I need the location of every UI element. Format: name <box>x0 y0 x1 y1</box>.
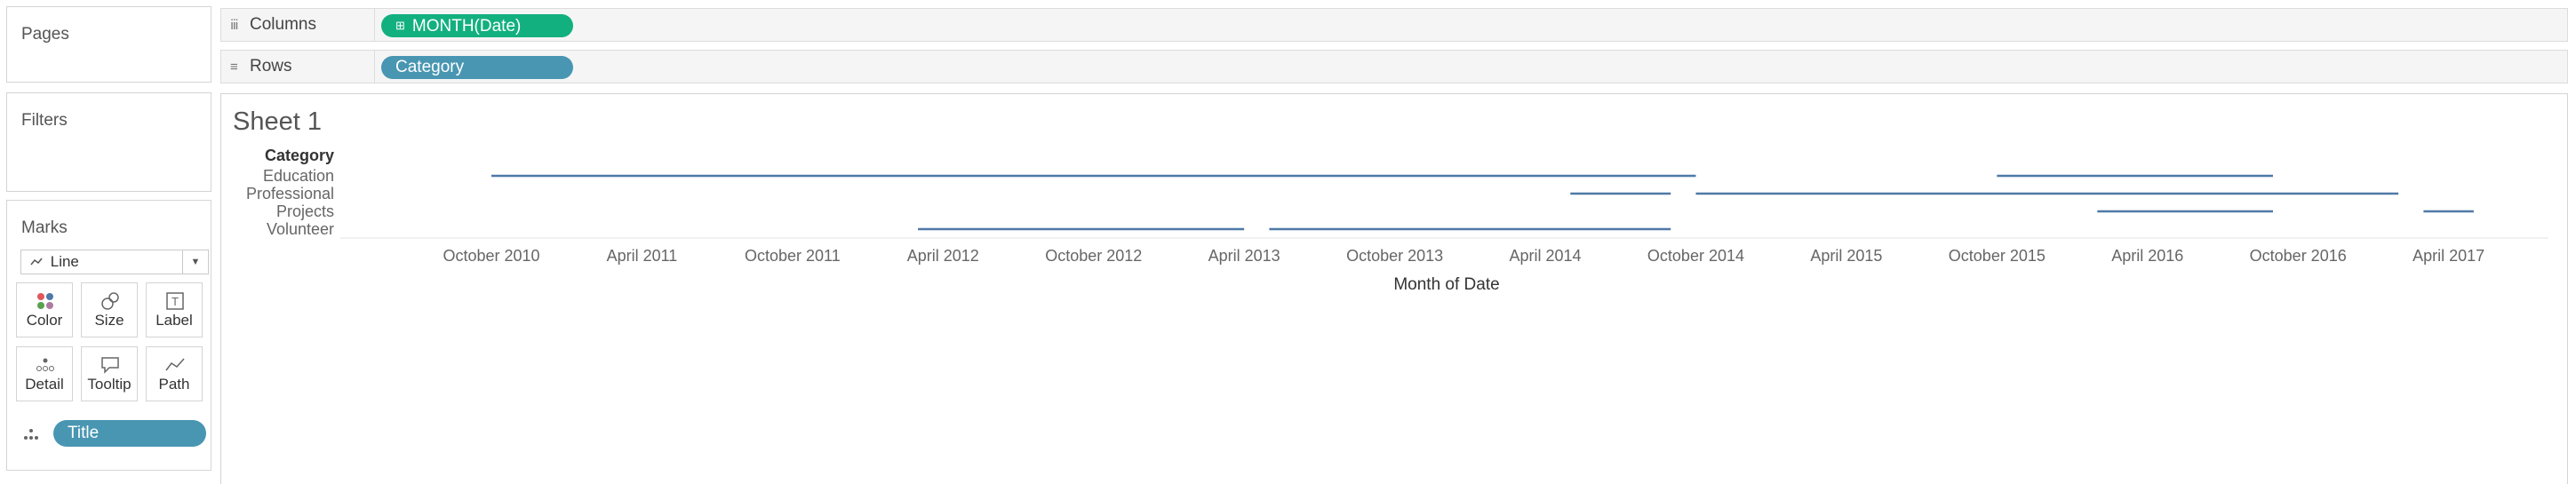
x-axis-title: Month of Date <box>1393 275 1499 294</box>
label-button-label: Label <box>156 312 193 329</box>
tooltip-icon <box>101 357 119 374</box>
columns-shelf[interactable]: ⅲ Columns ⊞ MONTH(Date) <box>220 8 2568 42</box>
svg-text:T: T <box>171 296 179 308</box>
timeline-chart: October 2010 April 2011 October 2011 April … <box>246 147 2548 294</box>
x-tick-label: April 2015 <box>1810 247 1882 265</box>
path-button-label: Path <box>158 376 190 393</box>
month-date-pill[interactable]: ⊞ MONTH(Date) <box>381 14 573 37</box>
path-button[interactable]: Path <box>146 346 203 401</box>
x-tick-label: October 2016 <box>2250 247 2347 265</box>
tableau-worksheet: Pages Filters Marks Line ▼ Color Size T … <box>0 0 2576 484</box>
title-field-pill[interactable]: Title <box>53 420 206 447</box>
x-tick-label: April 2016 <box>2111 247 2183 265</box>
row-header-category: Category <box>265 147 334 164</box>
tooltip-button[interactable]: Tooltip <box>81 346 138 401</box>
shelf-divider <box>374 9 375 41</box>
x-tick-label: April 2013 <box>1208 247 1280 265</box>
label-button[interactable]: T Label <box>146 282 203 337</box>
x-tick-label: October 2014 <box>1647 247 1744 265</box>
category-label: Professional <box>246 185 334 202</box>
rows-shelf[interactable]: ≡ Rows Category <box>220 50 2568 83</box>
rows-icon: ≡ <box>230 60 238 75</box>
shelf-divider <box>374 51 375 83</box>
x-tick-label: April 2011 <box>607 247 678 265</box>
color-button[interactable]: Color <box>16 282 73 337</box>
x-tick-label: October 2010 <box>443 247 539 265</box>
x-tick-label: October 2013 <box>1346 247 1443 265</box>
category-label: Projects <box>276 202 334 220</box>
line-mark-icon <box>30 250 46 274</box>
category-pill[interactable]: Category <box>381 56 573 79</box>
size-icon <box>101 292 119 310</box>
x-tick-label: October 2012 <box>1045 247 1142 265</box>
color-icon <box>37 293 53 309</box>
columns-icon: ⅲ <box>230 18 239 33</box>
size-button[interactable]: Size <box>81 282 138 337</box>
size-button-label: Size <box>94 312 124 329</box>
detail-button-label: Detail <box>25 376 64 393</box>
pages-card-title: Pages <box>21 25 69 44</box>
mark-type-label: Line <box>50 253 79 270</box>
x-tick-label: October 2011 <box>745 247 841 265</box>
detail-icon <box>36 358 54 371</box>
detail-field-icon <box>24 429 38 440</box>
chevron-down-icon[interactable]: ▼ <box>182 250 208 274</box>
category-label: Education <box>263 167 334 185</box>
category-label: Volunteer <box>267 220 334 238</box>
filters-card[interactable]: Filters <box>6 92 211 192</box>
x-tick-label: October 2015 <box>1949 247 2046 265</box>
marks-card-title: Marks <box>21 218 68 237</box>
sheet-title: Sheet 1 <box>233 107 322 136</box>
path-icon <box>165 358 185 371</box>
plus-icon: ⊞ <box>395 19 405 32</box>
marks-card: Marks Line ▼ Color Size T Label Detail T… <box>6 200 211 471</box>
x-tick-label: April 2014 <box>1510 247 1582 265</box>
columns-shelf-label: ⅲ Columns <box>230 9 316 41</box>
tooltip-button-label: Tooltip <box>87 376 132 393</box>
x-tick-label: April 2012 <box>907 247 979 265</box>
rows-shelf-label: ≡ Rows <box>230 51 292 83</box>
color-button-label: Color <box>26 312 63 329</box>
pages-card[interactable]: Pages <box>6 6 211 83</box>
x-tick-label: April 2017 <box>2413 247 2484 265</box>
filters-card-title: Filters <box>21 111 68 130</box>
detail-button[interactable]: Detail <box>16 346 73 401</box>
label-icon: T <box>166 292 184 310</box>
mark-type-dropdown[interactable]: Line ▼ <box>20 250 209 274</box>
